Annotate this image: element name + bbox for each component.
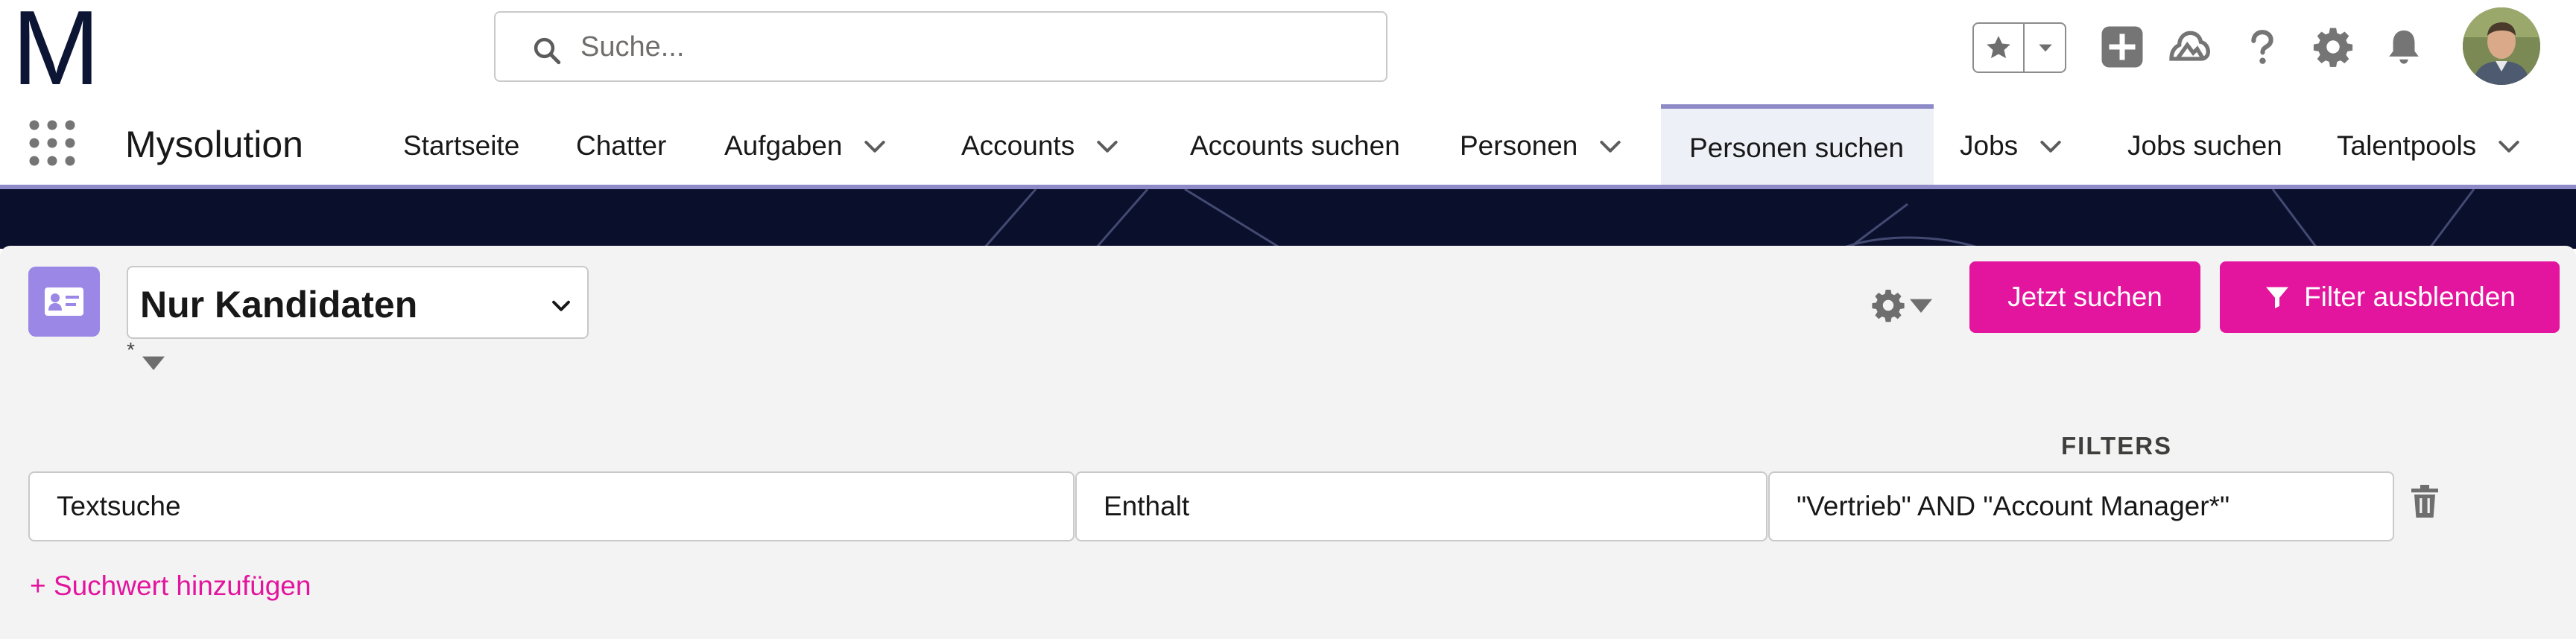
tab-label: Talentpools <box>2337 130 2477 161</box>
add-search-value-link[interactable]: + Suchwert hinzufügen <box>30 570 311 602</box>
global-search-input[interactable]: Suche... <box>494 11 1387 82</box>
favorites-list-button[interactable] <box>2025 24 2066 71</box>
trailhead-icon <box>2169 31 2211 61</box>
tab-label: Accounts suchen <box>1190 130 1400 161</box>
filters-heading: FILTERS <box>2061 432 2173 460</box>
contact-card-icon <box>28 267 100 337</box>
tab-label: Personen suchen <box>1689 133 1904 163</box>
bell-icon <box>2389 30 2419 64</box>
star-icon <box>1987 36 2010 59</box>
setup-button[interactable] <box>2308 22 2358 71</box>
app-name: Mysolution <box>125 124 303 165</box>
company-logo[interactable]: M <box>12 0 100 101</box>
tab-label: Personen <box>1460 130 1578 161</box>
chevron-down-icon <box>552 300 570 311</box>
trash-icon[interactable] <box>2407 483 2443 521</box>
tab-talentpools[interactable]: Talentpools <box>2337 104 2524 188</box>
tab-personen[interactable]: Personen <box>1460 104 1625 188</box>
page-banner <box>0 189 2576 249</box>
search-now-label: Jetzt suchen <box>2007 282 2162 312</box>
tab-jobs-suchen[interactable]: Jobs suchen <box>2127 104 2282 188</box>
gear-icon <box>1872 290 1905 322</box>
chevron-down-icon <box>2039 44 2052 52</box>
favorites-button-group <box>1972 22 2066 73</box>
list-view-value: Nur Kandidaten <box>140 284 418 325</box>
tab-chatter[interactable]: Chatter <box>576 104 666 188</box>
tab-label: Accounts <box>961 130 1075 161</box>
app-launcher-icon <box>29 120 75 166</box>
search-icon <box>534 37 561 65</box>
tab-startseite[interactable]: Startseite <box>403 104 519 188</box>
banner-background <box>0 189 2576 249</box>
chevron-down-icon[interactable] <box>1092 131 1122 161</box>
search-placeholder: Suche... <box>580 31 685 63</box>
tab-aufgaben[interactable]: Aufgaben <box>724 104 890 188</box>
add-icon <box>2101 26 2143 68</box>
tab-label: Chatter <box>576 130 667 161</box>
user-photo <box>2463 7 2540 85</box>
user-avatar[interactable] <box>2463 7 2540 85</box>
chevron-down-icon <box>1910 299 1932 313</box>
tab-jobs[interactable]: Jobs <box>1960 104 2066 188</box>
favorites-button[interactable] <box>1974 24 2025 71</box>
unsaved-indicator: * <box>127 338 135 361</box>
global-actions-button[interactable] <box>2098 22 2147 71</box>
tab-personen-suchen[interactable]: Personen suchen <box>1661 104 1934 188</box>
hide-filters-button[interactable]: Filter ausblenden <box>2220 261 2560 333</box>
trailhead-button[interactable] <box>2165 22 2214 71</box>
tab-label: Jobs <box>1960 130 2019 161</box>
hide-filters-label: Filter ausblenden <box>2304 282 2516 312</box>
tab-accounts[interactable]: Accounts <box>961 104 1122 188</box>
app-nav-bar: Mysolution Startseite Chatter Aufgaben A… <box>0 104 2576 188</box>
search-now-button[interactable]: Jetzt suchen <box>1969 261 2200 333</box>
chevron-down-icon[interactable] <box>2494 131 2524 161</box>
chevron-down-icon[interactable] <box>2036 131 2066 161</box>
chevron-down-icon[interactable] <box>1595 131 1625 161</box>
list-view-select[interactable]: Nur Kandidaten <box>127 266 589 339</box>
tab-label: Startseite <box>403 130 520 161</box>
gear-icon <box>2313 28 2353 67</box>
help-icon <box>2251 30 2273 64</box>
tab-label: Jobs suchen <box>2127 130 2282 161</box>
search-panel: Nur Kandidaten * Jetzt suchen Filter aus… <box>0 246 2576 639</box>
filter-value-input[interactable]: "Vertrieb" AND "Account Manager*" <box>1768 471 2394 541</box>
app-launcher-button[interactable] <box>27 118 77 168</box>
filter-operator-select[interactable]: Enthalt <box>1075 471 1768 541</box>
tab-label: Aufgaben <box>724 130 843 161</box>
notifications-button[interactable] <box>2379 22 2428 71</box>
filter-field-select[interactable]: Textsuche <box>28 471 1075 541</box>
tab-accounts-suchen[interactable]: Accounts suchen <box>1190 104 1400 188</box>
settings-menu-button[interactable] <box>1870 283 1945 328</box>
filter-icon <box>2266 287 2289 308</box>
global-header: M Suche... <box>0 0 2576 104</box>
chevron-down-icon[interactable] <box>860 131 890 161</box>
list-view-menu-caret-icon[interactable] <box>139 350 168 375</box>
help-button[interactable] <box>2238 22 2287 71</box>
